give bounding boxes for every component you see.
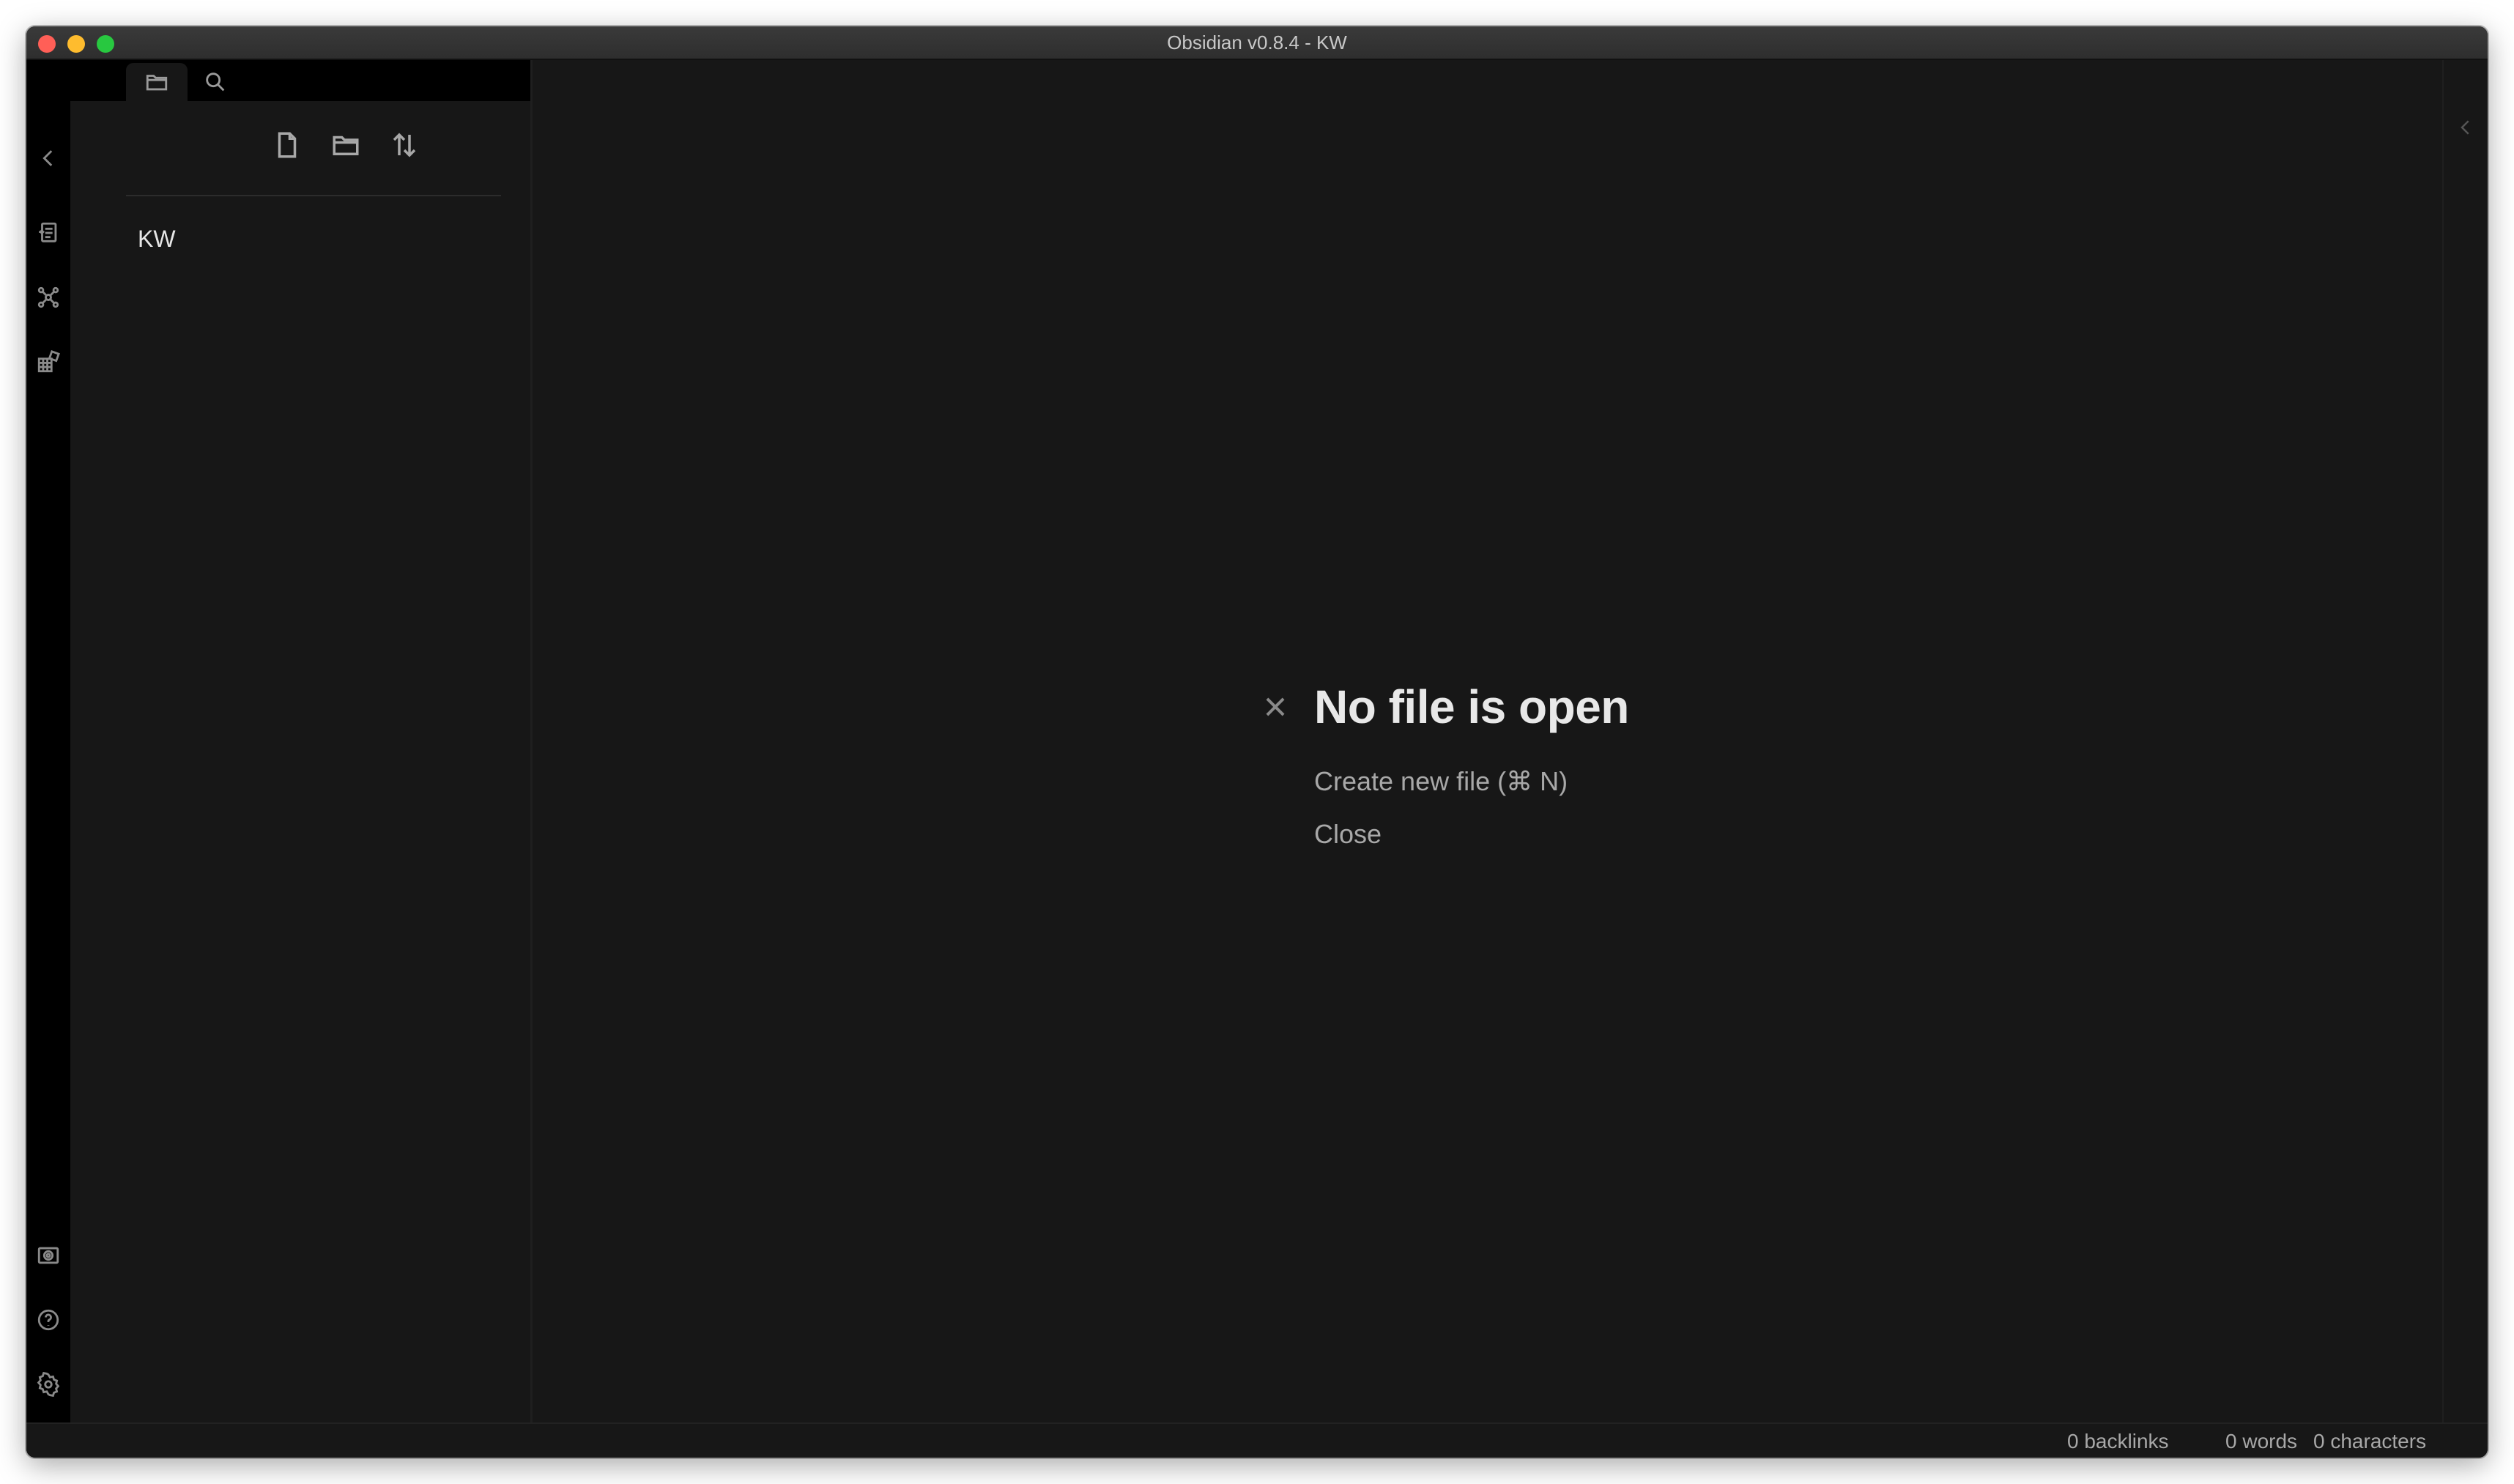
main-workspace: [533, 60, 2470, 1455]
close-pane-button[interactable]: [1257, 689, 1294, 725]
tab-file-explorer[interactable]: [126, 63, 188, 101]
open-vault-button[interactable]: [35, 1242, 62, 1269]
new-folder-button[interactable]: [327, 126, 365, 164]
document-switcher-icon: [39, 222, 57, 242]
left-sidebar: KW: [70, 60, 533, 1455]
create-new-file-link[interactable]: Create new file (⌘ N): [1314, 766, 1568, 797]
new-folder-icon: [333, 136, 359, 155]
collapse-sidebar-button[interactable]: [35, 145, 62, 171]
character-count: 0 characters: [2313, 1430, 2427, 1453]
obsidian-window: Obsidian v0.8.4 - KW KW No file is open …: [26, 26, 2488, 1458]
status-bar: 0 backlinks 0 words 0 characters: [26, 1422, 2488, 1458]
close-link[interactable]: Close: [1314, 819, 1382, 850]
vault-icon: [37, 1247, 59, 1264]
empty-state-title: No file is open: [1314, 680, 1629, 733]
help-button[interactable]: [35, 1307, 62, 1333]
left-ribbon: [26, 60, 70, 1455]
vault-root-folder[interactable]: KW: [138, 226, 176, 253]
new-note-button[interactable]: [268, 126, 306, 164]
file-explorer-actions: [126, 126, 501, 164]
sidebar-divider: [126, 195, 501, 196]
expand-right-sidebar-button[interactable]: [2451, 113, 2480, 142]
window-title: Obsidian v0.8.4 - KW: [1167, 31, 1347, 53]
sort-icon: [393, 133, 416, 157]
backlinks-count[interactable]: 0 backlinks: [2067, 1430, 2169, 1453]
starter-kit-button[interactable]: [35, 349, 62, 375]
sort-button[interactable]: [385, 126, 423, 164]
help-icon: [37, 1309, 59, 1331]
close-icon: [1266, 697, 1285, 716]
new-note-icon: [278, 132, 297, 158]
tab-search[interactable]: [185, 63, 246, 101]
title-bar: Obsidian v0.8.4 - KW: [26, 26, 2488, 60]
graph-view-icon: [37, 286, 59, 308]
settings-icon: [37, 1372, 60, 1397]
chevron-left-icon: [2461, 120, 2469, 135]
right-sidebar-edge: [2442, 60, 2444, 1455]
settings-button[interactable]: [35, 1371, 62, 1398]
chevron-left-icon: [42, 150, 53, 166]
search-icon: [206, 73, 225, 92]
starter-kit-icon: [37, 350, 60, 373]
folder-icon: [146, 75, 168, 91]
word-count: 0 words: [2225, 1430, 2298, 1453]
sidebar-tab-bar: [70, 60, 530, 101]
quick-switcher-button[interactable]: [35, 220, 62, 246]
graph-view-button[interactable]: [35, 284, 62, 311]
